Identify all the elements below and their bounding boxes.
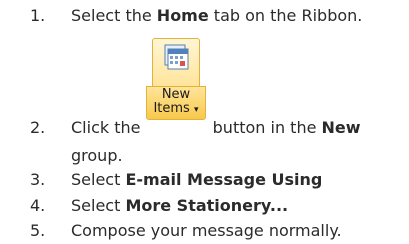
step-5-text: Compose your message normally. xyxy=(71,221,342,240)
dropdown-arrow-icon: ▾ xyxy=(193,105,199,115)
step-1-text: Select the Home tab on the Ribbon. xyxy=(71,6,363,25)
button-label-new: New xyxy=(161,87,191,102)
ribbon-icon-area xyxy=(152,38,200,87)
button-label-items: Items ▾ xyxy=(153,101,199,116)
step-2-text-line2: group. xyxy=(71,146,123,165)
step-4-text: Select More Stationery... xyxy=(71,196,289,215)
step-1-number: 1. xyxy=(30,6,46,25)
step-2-number: 2. xyxy=(30,118,46,137)
step-3-number: 3. xyxy=(30,170,46,189)
calendar-icon xyxy=(164,44,189,70)
step-2-text: Click the button in the New xyxy=(71,118,361,137)
step-4-number: 4. xyxy=(30,196,46,215)
step-3-text: Select E-mail Message Using xyxy=(71,170,323,189)
step-5-number: 5. xyxy=(30,221,46,240)
ribbon-label-area: New Items ▾ xyxy=(146,86,206,120)
